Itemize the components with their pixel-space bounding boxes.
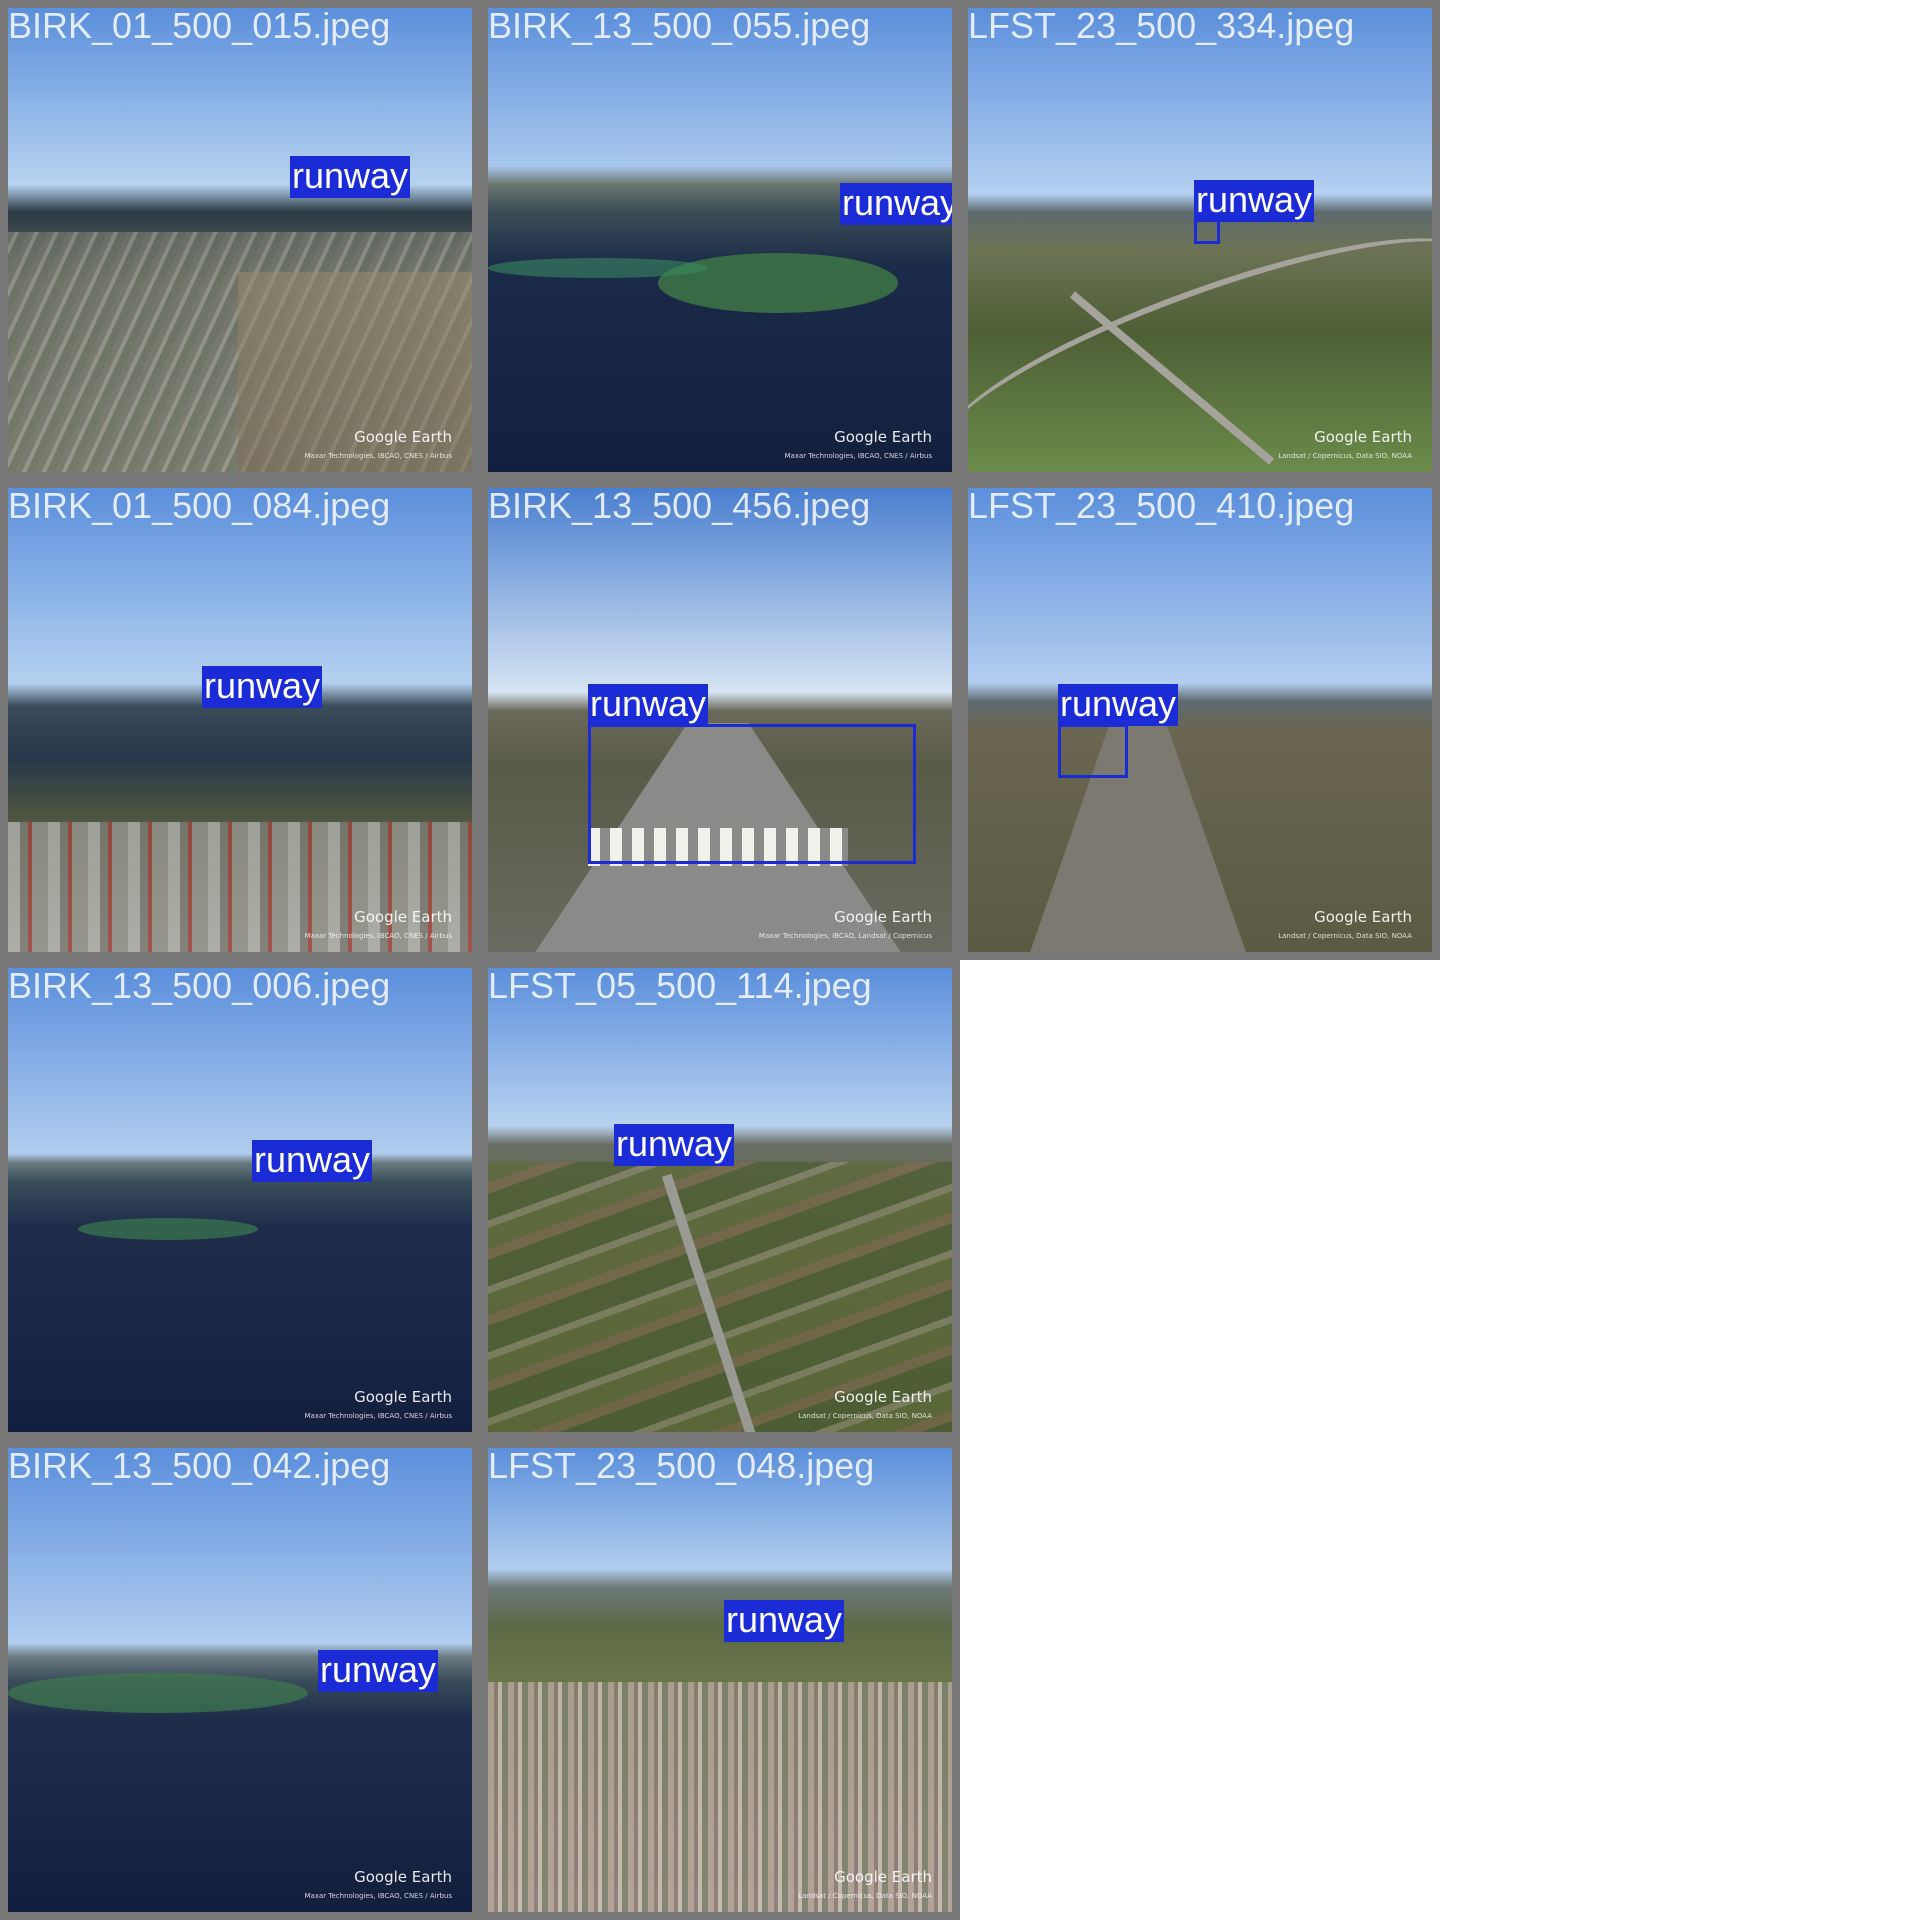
detection-label: runway xyxy=(588,683,709,726)
image-tile[interactable]: BIRK_13_500_456.jpeg runway Google Earth… xyxy=(480,480,960,960)
imagery-credit: Landsat / Copernicus, Data SIO, NOAA xyxy=(1278,932,1412,940)
imagery-credit: Landsat / Copernicus, Data SIO, NOAA xyxy=(1278,452,1412,460)
detection-label: runway xyxy=(840,182,959,225)
aerial-photo xyxy=(8,8,472,472)
image-filename: BIRK_01_500_015.jpeg xyxy=(8,5,391,46)
image-tile[interactable]: BIRK_01_500_015.jpeg runway Google Earth… xyxy=(0,0,480,480)
google-earth-watermark: Google Earth xyxy=(834,908,932,926)
imagery-credit: Maxar Technologies, IBCAO, CNES / Airbus xyxy=(784,452,932,460)
image-tile[interactable]: BIRK_13_500_042.jpeg runway Google Earth… xyxy=(0,1440,480,1920)
aerial-photo xyxy=(488,968,952,1432)
aerial-photo xyxy=(488,8,952,472)
image-filename: BIRK_13_500_042.jpeg xyxy=(8,1445,391,1486)
detection-label: runway xyxy=(252,1139,373,1182)
imagery-credit: Maxar Technologies, IBCAO, CNES / Airbus xyxy=(304,1892,452,1900)
detection-label: runway xyxy=(318,1649,439,1692)
aerial-photo xyxy=(8,488,472,952)
aerial-photo xyxy=(8,968,472,1432)
image-tile[interactable]: LFST_05_500_114.jpeg runway Google Earth… xyxy=(480,960,960,1440)
imagery-credit: Maxar Technologies, IBCAO, CNES / Airbus xyxy=(304,1412,452,1420)
google-earth-watermark: Google Earth xyxy=(354,908,452,926)
google-earth-watermark: Google Earth xyxy=(354,428,452,446)
detection-label: runway xyxy=(724,1599,845,1642)
image-tile[interactable]: BIRK_13_500_006.jpeg runway Google Earth… xyxy=(0,960,480,1440)
image-tile[interactable]: BIRK_13_500_055.jpeg runway Google Earth… xyxy=(480,0,960,480)
image-tile[interactable]: BIRK_01_500_084.jpeg runway Google Earth… xyxy=(0,480,480,960)
detection-box xyxy=(1058,724,1128,778)
google-earth-watermark: Google Earth xyxy=(834,1868,932,1886)
detection-box xyxy=(1194,218,1220,244)
google-earth-watermark: Google Earth xyxy=(834,1388,932,1406)
imagery-credit: Landsat / Copernicus, Data SIO, NOAA xyxy=(798,1892,932,1900)
image-filename: BIRK_01_500_084.jpeg xyxy=(8,485,391,526)
imagery-credit: Maxar Technologies, IBCAO, CNES / Airbus xyxy=(304,932,452,940)
detection-label: runway xyxy=(290,155,411,198)
detection-label: runway xyxy=(1194,179,1315,222)
image-filename: BIRK_13_500_006.jpeg xyxy=(8,965,391,1006)
image-filename: BIRK_13_500_456.jpeg xyxy=(488,485,871,526)
aerial-photo xyxy=(488,1448,952,1912)
image-filename: LFST_05_500_114.jpeg xyxy=(488,965,872,1006)
detection-label: runway xyxy=(1058,683,1179,726)
image-filename: BIRK_13_500_055.jpeg xyxy=(488,5,871,46)
image-tile[interactable]: LFST_23_500_334.jpeg runway Google Earth… xyxy=(960,0,1440,480)
google-earth-watermark: Google Earth xyxy=(1314,428,1412,446)
imagery-credit: Maxar Technologies, IBCAO, Landsat / Cop… xyxy=(758,932,932,940)
google-earth-watermark: Google Earth xyxy=(834,428,932,446)
aerial-photo xyxy=(968,488,1432,952)
detection-label: runway xyxy=(614,1123,735,1166)
imagery-credit: Maxar Technologies, IBCAO, CNES / Airbus xyxy=(304,452,452,460)
image-filename: LFST_23_500_410.jpeg xyxy=(968,485,1355,526)
aerial-photo xyxy=(488,488,952,952)
detection-label: runway xyxy=(202,665,323,708)
image-filename: LFST_23_500_334.jpeg xyxy=(968,5,1355,46)
google-earth-watermark: Google Earth xyxy=(1314,908,1412,926)
image-tile[interactable]: LFST_23_500_410.jpeg runway Google Earth… xyxy=(960,480,1440,960)
imagery-credit: Landsat / Copernicus, Data SIO, NOAA xyxy=(798,1412,932,1420)
detection-box xyxy=(588,724,916,864)
google-earth-watermark: Google Earth xyxy=(354,1388,452,1406)
image-filename: LFST_23_500_048.jpeg xyxy=(488,1445,875,1486)
google-earth-watermark: Google Earth xyxy=(354,1868,452,1886)
image-tile[interactable]: LFST_23_500_048.jpeg runway Google Earth… xyxy=(480,1440,960,1920)
